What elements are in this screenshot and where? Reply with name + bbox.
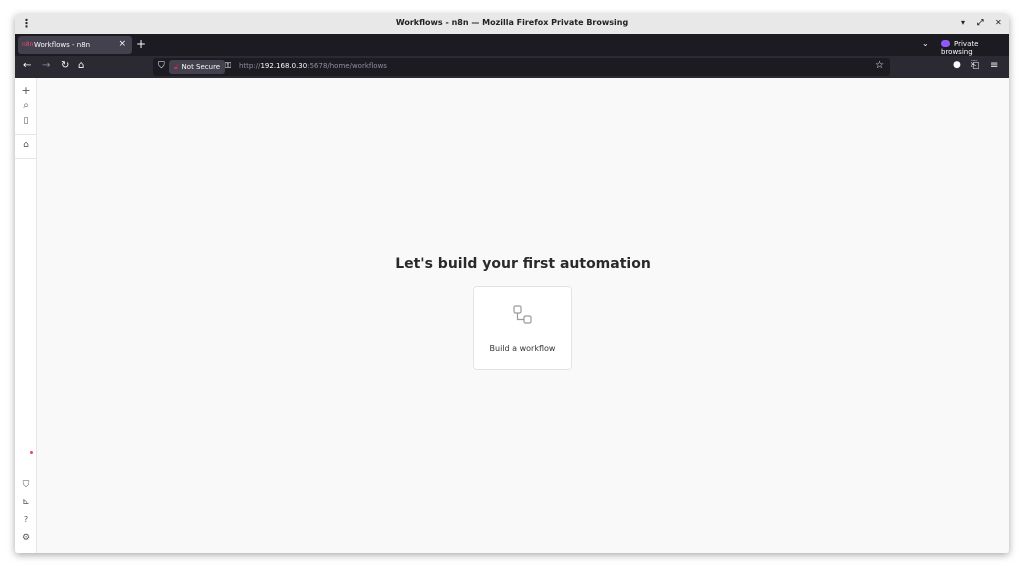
tab-label: Workflows - n8n <box>34 41 91 49</box>
window-title: Workflows - n8n — Mozilla Firefox Privat… <box>395 18 629 27</box>
bookmark-star-icon[interactable]: ☆ <box>875 60 884 71</box>
reload-icon[interactable]: ↻ <box>61 60 69 71</box>
not-secure-label: Not Secure <box>181 63 221 71</box>
minimize-icon[interactable]: ▾ <box>961 18 965 27</box>
insecure-lock-icon: 🔓︎ <box>174 63 179 71</box>
url-bar[interactable]: ⛉ 🔓︎ Not Secure ⚿ http://192.168.0.30:567… <box>153 58 890 76</box>
n8n-favicon-icon: n8n <box>22 41 34 48</box>
maximize-icon[interactable]: ⤢ <box>977 18 983 28</box>
help-icon[interactable]: ? <box>15 515 37 524</box>
password-key-icon[interactable]: ⚿ <box>225 61 231 71</box>
account-icon[interactable]: ● <box>953 60 961 70</box>
private-browsing-indicator: Private browsing <box>941 40 1009 56</box>
url-text[interactable]: http://192.168.0.30:5678/home/workflows <box>239 62 387 70</box>
list-tabs-icon[interactable]: ⌄ <box>922 39 929 48</box>
sidebar-divider <box>15 158 37 159</box>
build-workflow-card[interactable]: Build a workflow <box>473 286 572 370</box>
private-mask-icon <box>941 40 950 47</box>
notification-dot <box>30 451 33 454</box>
app-menu-icon[interactable]: ≡ <box>990 60 998 71</box>
toggle-sidebar-icon[interactable]: ▯ <box>15 116 37 126</box>
url-host: 192.168.0.30 <box>260 62 308 70</box>
insights-icon[interactable]: ⊾ <box>15 497 37 507</box>
settings-icon[interactable]: ⚙ <box>15 533 37 543</box>
url-scheme: http:// <box>239 62 261 70</box>
url-path: :5678/home/workflows <box>307 62 387 70</box>
page-content: + ⌕ ▯ ⌂ ⛉ ⊾ ? ⚙ Let's build your first a… <box>15 78 1009 553</box>
not-secure-badge[interactable]: 🔓︎ Not Secure <box>169 60 226 74</box>
extensions-icon[interactable]: ⎗ <box>971 60 979 71</box>
new-tab-icon[interactable]: + <box>136 37 146 51</box>
templates-icon[interactable]: ⛉ <box>15 480 37 490</box>
tab-bar: n8n Workflows - n8n × + ⌄ Private browsi… <box>15 34 1009 56</box>
tracking-shield-icon[interactable]: ⛉ <box>158 61 165 71</box>
forward-icon[interactable]: → <box>42 60 50 71</box>
n8n-sidebar: + ⌕ ▯ ⌂ ⛉ ⊾ ? ⚙ <box>15 78 37 553</box>
sidebar-divider <box>15 134 37 135</box>
workflow-icon <box>513 305 532 324</box>
search-icon[interactable]: ⌕ <box>15 100 37 111</box>
close-window-icon[interactable]: ✕ <box>995 18 1002 27</box>
close-tab-icon[interactable]: × <box>118 39 126 49</box>
add-icon[interactable]: + <box>15 84 37 97</box>
home-icon[interactable]: ⌂ <box>78 60 84 71</box>
title-bar: ⋮ Workflows - n8n — Mozilla Firefox Priv… <box>15 14 1009 34</box>
browser-window: ⋮ Workflows - n8n — Mozilla Firefox Priv… <box>15 14 1009 553</box>
navigation-bar: ← → ↻ ⌂ ⛉ 🔓︎ Not Secure ⚿ http://192.168.… <box>15 56 1009 78</box>
build-workflow-label: Build a workflow <box>489 344 556 353</box>
tab-workflows[interactable]: n8n Workflows - n8n × <box>18 36 132 54</box>
sidebar-home-icon[interactable]: ⌂ <box>15 140 37 150</box>
back-icon[interactable]: ← <box>23 60 31 71</box>
page-title: Let's build your first automation <box>395 256 651 272</box>
